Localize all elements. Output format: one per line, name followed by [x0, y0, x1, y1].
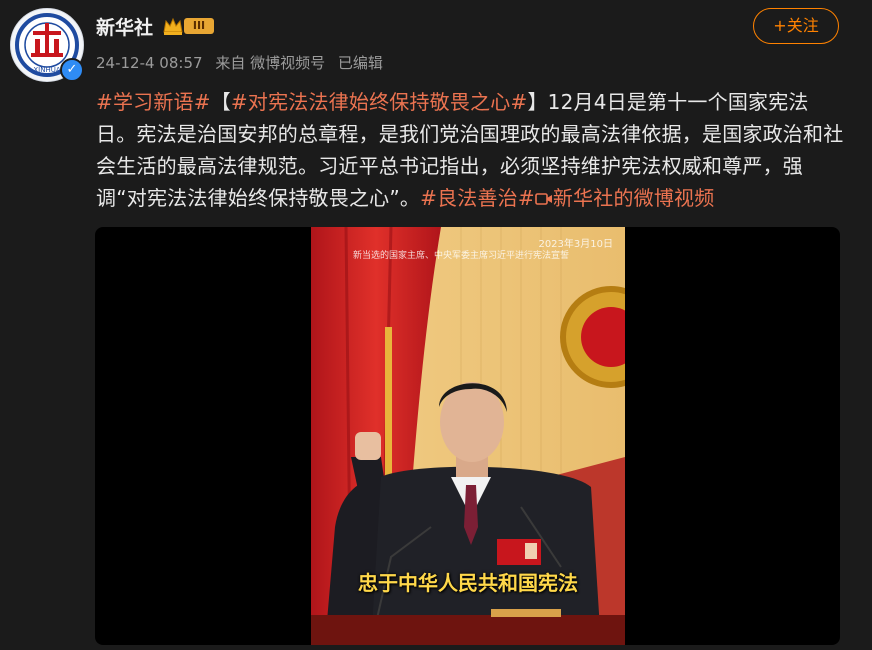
video-link[interactable]: 新华社的微博视频: [553, 186, 715, 210]
author-name[interactable]: 新华社: [96, 13, 153, 40]
post-date[interactable]: 24-12-4 08:57: [96, 54, 203, 72]
post-meta: 24-12-4 08:57 来自 微博视频号 已编辑: [96, 52, 391, 73]
post-source[interactable]: 来自 微博视频号: [215, 54, 325, 72]
crown-icon: [163, 17, 183, 35]
hashtag-link[interactable]: #良法善治#: [420, 186, 535, 210]
level-badge: III: [184, 18, 214, 34]
video-caption-top: 新当选的国家主席、中央军委主席习近平进行宪法宣誓: [353, 251, 570, 261]
verified-badge-icon: ✓: [60, 58, 84, 82]
video-frame[interactable]: 2023年3月10日 新当选的国家主席、中央军委主席习近平进行宪法宣誓 忠于中华…: [311, 227, 625, 645]
hashtag-link[interactable]: #学习新语#: [96, 90, 211, 114]
bracket-close: 】: [527, 90, 548, 114]
svg-text:XINHUA: XINHUA: [33, 66, 60, 74]
follow-button[interactable]: +关注: [753, 8, 839, 44]
video-link-icon[interactable]: [535, 186, 553, 210]
bracket-open: 【: [210, 90, 231, 114]
post-text: #学习新语#【#对宪法法律始终保持敬畏之心#】12月4日是第十一个国家宪法日。宪…: [96, 86, 846, 214]
video-subtitle: 忠于中华人民共和国宪法: [358, 571, 578, 595]
edited-label[interactable]: 已编辑: [338, 54, 383, 72]
video-player[interactable]: 2023年3月10日 新当选的国家主席、中央军委主席习近平进行宪法宣誓 忠于中华…: [95, 227, 840, 645]
hashtag-link[interactable]: #对宪法法律始终保持敬畏之心#: [231, 90, 528, 114]
